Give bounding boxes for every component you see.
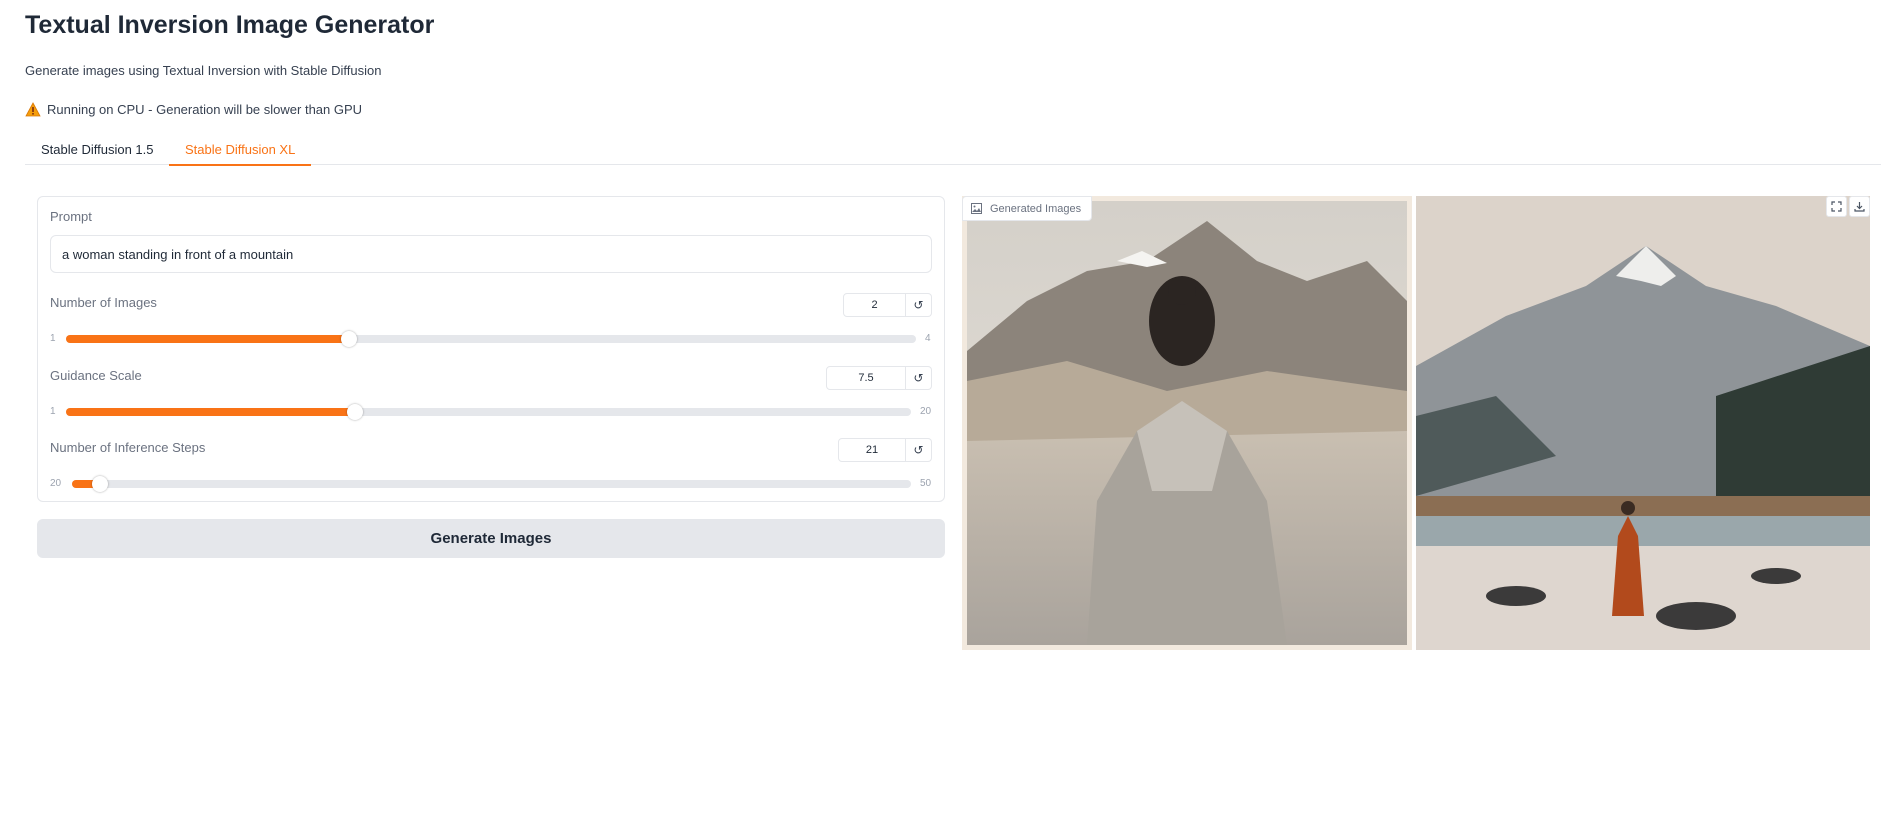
steps-max: 50 — [920, 478, 932, 489]
generated-images-gallery: Generated Images — [962, 196, 1870, 650]
generated-image-1[interactable] — [962, 196, 1412, 650]
num-images-max: 4 — [925, 333, 931, 344]
guidance-min: 1 — [50, 406, 56, 417]
page-subtitle: Generate images using Textual Inversion … — [25, 63, 382, 78]
num-images-input[interactable]: 2 — [843, 293, 906, 317]
reset-icon: ↺ — [913, 371, 924, 385]
guidance-slider[interactable] — [66, 404, 911, 420]
slider-fill — [66, 408, 355, 416]
slider-thumb[interactable] — [91, 476, 108, 492]
gallery-toolbar — [1826, 196, 1870, 217]
steps-min: 20 — [50, 478, 62, 489]
warning-icon — [25, 102, 41, 117]
image-icon — [971, 203, 982, 214]
slider-thumb[interactable] — [346, 404, 363, 420]
generate-images-button[interactable]: Generate Images — [37, 519, 945, 558]
steps-input[interactable]: 21 — [838, 438, 906, 462]
reset-icon: ↺ — [913, 298, 924, 312]
prompt-label: Prompt — [50, 209, 92, 224]
download-icon — [1854, 202, 1865, 212]
fullscreen-button[interactable] — [1826, 196, 1847, 217]
guidance-label: Guidance Scale — [50, 368, 142, 383]
settings-panel: Prompt a woman standing in front of a mo… — [37, 196, 945, 502]
steps-slider[interactable] — [72, 476, 911, 492]
steps-reset-button[interactable]: ↺ — [906, 438, 932, 462]
download-button[interactable] — [1849, 196, 1870, 217]
steps-label: Number of Inference Steps — [50, 440, 206, 455]
num-images-slider[interactable] — [66, 331, 916, 347]
num-images-reset-button[interactable]: ↺ — [906, 293, 932, 317]
slider-thumb[interactable] — [341, 331, 358, 347]
guidance-reset-button[interactable]: ↺ — [906, 366, 932, 390]
reset-icon: ↺ — [913, 443, 924, 457]
warning-text: Running on CPU - Generation will be slow… — [47, 102, 363, 117]
guidance-max: 20 — [920, 406, 932, 417]
slider-fill — [66, 335, 350, 343]
prompt-input[interactable]: a woman standing in front of a mountain — [50, 235, 932, 273]
tab-sdxl[interactable]: Stable Diffusion XL — [169, 141, 312, 166]
generated-image-2[interactable] — [1416, 196, 1870, 650]
guidance-input[interactable]: 7.5 — [826, 366, 906, 390]
tab-sd15[interactable]: Stable Diffusion 1.5 — [25, 141, 170, 165]
cpu-warning: Running on CPU - Generation will be slow… — [25, 102, 362, 117]
mountain-woman-lake-image — [1416, 196, 1870, 650]
page-title: Textual Inversion Image Generator — [25, 11, 435, 39]
gallery-label-text: Generated Images — [990, 202, 1082, 215]
mountain-woman-hood-image — [967, 201, 1407, 645]
num-images-label: Number of Images — [50, 295, 157, 310]
gallery-label: Generated Images — [962, 196, 1093, 221]
fullscreen-icon — [1831, 201, 1842, 212]
model-tabs: Stable Diffusion 1.5 Stable Diffusion XL — [25, 137, 1881, 166]
num-images-min: 1 — [50, 333, 56, 344]
